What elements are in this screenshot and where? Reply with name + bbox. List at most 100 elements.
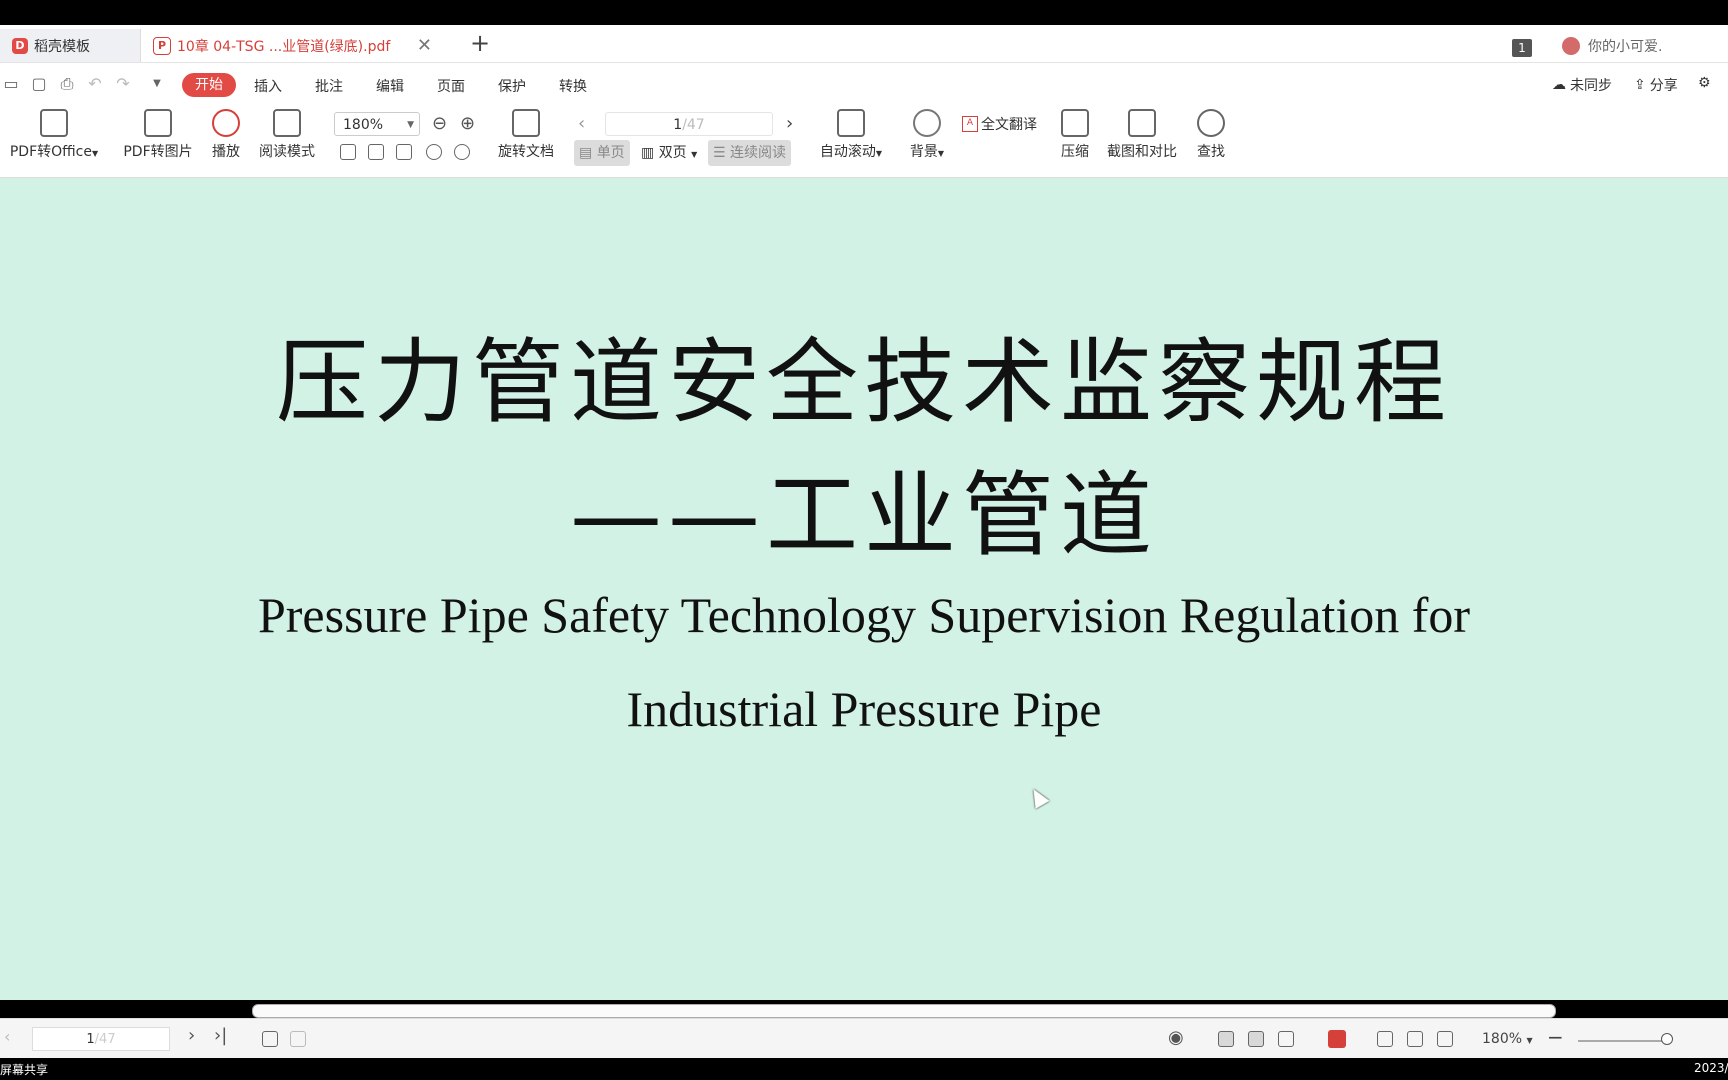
- page-number-input[interactable]: 1/47: [605, 112, 773, 136]
- eye-protection-icon[interactable]: ◉: [1168, 1027, 1184, 1048]
- pdf-to-image-button[interactable]: PDF转图片: [120, 109, 196, 161]
- read-mode-button[interactable]: 阅读模式: [256, 109, 318, 161]
- button-label: 截图和对比: [1107, 144, 1177, 160]
- translate-icon: A: [962, 116, 978, 132]
- menu-page[interactable]: 页面: [437, 76, 465, 96]
- fit-page-icon[interactable]: [1407, 1031, 1423, 1047]
- window-count-badge[interactable]: 1: [1512, 39, 1532, 57]
- single-page-button[interactable]: ▤ 单页: [574, 140, 630, 166]
- rotate-document-button[interactable]: 旋转文档: [494, 109, 558, 161]
- play-button[interactable]: 播放: [208, 109, 244, 161]
- actual-size-icon[interactable]: [340, 144, 356, 160]
- forward-icon[interactable]: [290, 1031, 306, 1047]
- page-total: /47: [682, 117, 705, 133]
- customize-dropdown-icon[interactable]: ▼: [148, 75, 166, 93]
- button-label: 单页: [596, 145, 625, 161]
- open-folder-icon[interactable]: ▭: [2, 75, 20, 93]
- zoom-select[interactable]: 180% ▼: [334, 112, 420, 136]
- tab-docer-templates[interactable]: D 稻壳模板: [0, 29, 141, 62]
- zoom-slider[interactable]: [1578, 1040, 1668, 1042]
- next-page-icon[interactable]: ›: [188, 1025, 195, 1046]
- button-label: 压缩: [1061, 144, 1089, 160]
- button-label: PDF转Office: [9, 144, 92, 160]
- menu-insert[interactable]: 插入: [254, 76, 282, 96]
- settings-icon[interactable]: ⚙: [1698, 75, 1711, 91]
- menu-edit[interactable]: 编辑: [376, 76, 404, 96]
- print-icon[interactable]: ⎙: [58, 75, 76, 93]
- status-zoom-select[interactable]: 180% ▼: [1482, 1031, 1533, 1047]
- zoom-slider-handle[interactable]: [1661, 1033, 1673, 1045]
- pdf-to-office-button[interactable]: PDF转Office▼: [6, 109, 102, 161]
- pdf-file-icon: P: [153, 36, 171, 55]
- full-translate-button[interactable]: A 全文翻译: [962, 114, 1037, 134]
- compress-button[interactable]: 压缩: [1058, 109, 1092, 161]
- button-label: 播放: [212, 144, 240, 160]
- book-icon: [273, 109, 301, 137]
- document-subtitle-zh: ——工业管道: [569, 462, 1158, 569]
- fit-width-icon[interactable]: [1437, 1031, 1453, 1047]
- double-view-icon[interactable]: [1278, 1031, 1294, 1047]
- ribbon-toolbar: PDF转Office▼ PDF转图片 播放 阅读模式 180% ▼ ⊖ ⊕ 旋转…: [0, 105, 1728, 178]
- play-icon: [212, 109, 240, 137]
- zoom-value: 180%: [1482, 1031, 1523, 1047]
- screenshot-icon: [1128, 109, 1156, 137]
- undo-icon[interactable]: ↶: [86, 75, 104, 93]
- close-tab-icon[interactable]: ✕: [417, 35, 432, 56]
- find-button[interactable]: 查找: [1194, 109, 1228, 161]
- rotate-document-icon: [512, 109, 540, 137]
- screen-top-bar: [0, 0, 1728, 25]
- menu-convert[interactable]: 转换: [559, 76, 587, 96]
- save-icon[interactable]: ▢: [30, 75, 48, 93]
- previous-page-icon[interactable]: ‹: [578, 113, 585, 134]
- next-page-icon[interactable]: ›: [786, 113, 793, 134]
- share-icon: ⇪: [1634, 77, 1646, 93]
- button-label: 全文翻译: [981, 117, 1037, 133]
- screen-share-label: 屏幕共享: [0, 1063, 49, 1077]
- tab-bar: D 稻壳模板 P 10章 04-TSG ...业管道(绿底).pdf ✕: [0, 25, 1728, 63]
- menu-bar: ▭ ▢ ⎙ ↶ ↷ ▼ 开始 插入 批注 编辑 页面 保护 转换 ☁ 未同步 ⇪…: [0, 63, 1728, 105]
- sync-status[interactable]: ☁ 未同步: [1552, 75, 1612, 95]
- rotate-right-icon[interactable]: [454, 144, 470, 160]
- single-view-icon[interactable]: [1248, 1031, 1264, 1047]
- status-bar: ‹ 1/47 › ›| ◉ 180% ▼ −: [0, 1018, 1728, 1059]
- screenshot-compare-button[interactable]: 截图和对比: [1104, 109, 1180, 161]
- last-page-icon[interactable]: ›|: [214, 1025, 227, 1046]
- redo-icon[interactable]: ↷: [114, 75, 132, 93]
- tab-label: 稻壳模板: [34, 38, 90, 55]
- background-button[interactable]: 背景▼: [904, 109, 950, 161]
- play-icon[interactable]: [1328, 1030, 1346, 1048]
- zoom-value: 180%: [343, 117, 384, 133]
- new-tab-button[interactable]: +: [470, 29, 490, 57]
- horizontal-scrollbar[interactable]: [252, 1004, 1556, 1018]
- username: 你的小可爱.: [1588, 39, 1663, 55]
- button-label: 连续阅读: [730, 145, 787, 161]
- double-page-button[interactable]: ▥ 双页 ▼: [636, 140, 702, 166]
- share-button[interactable]: ⇪ 分享: [1634, 75, 1678, 95]
- previous-page-icon[interactable]: ‹: [4, 1027, 10, 1046]
- status-page-input[interactable]: 1/47: [32, 1027, 170, 1051]
- continuous-view-icon[interactable]: [1218, 1031, 1234, 1047]
- auto-scroll-button[interactable]: 自动滚动▼: [814, 109, 888, 161]
- menu-protect[interactable]: 保护: [498, 76, 526, 96]
- continuous-read-button[interactable]: ☰ 连续阅读: [708, 140, 792, 166]
- tab-pdf-document[interactable]: P 10章 04-TSG ...业管道(绿底).pdf ✕: [141, 29, 446, 62]
- zoom-in-icon[interactable]: ⊕: [460, 113, 475, 134]
- actual-size-icon[interactable]: [1377, 1031, 1393, 1047]
- menu-annotate[interactable]: 批注: [315, 76, 343, 96]
- document-canvas[interactable]: 压力管道安全技术监察规程 ——工业管道 Pressure Pipe Safety…: [0, 178, 1728, 1000]
- image-icon: [144, 109, 172, 137]
- share-label: 分享: [1649, 78, 1678, 94]
- back-icon[interactable]: [262, 1031, 278, 1047]
- user-account[interactable]: 你的小可爱.: [1562, 36, 1662, 56]
- fit-width-icon[interactable]: [396, 144, 412, 160]
- button-label: 背景: [909, 144, 938, 160]
- sync-label: 未同步: [1570, 78, 1612, 94]
- rotate-left-icon[interactable]: [426, 144, 442, 160]
- menu-start[interactable]: 开始: [182, 73, 236, 97]
- fit-page-icon[interactable]: [368, 144, 384, 160]
- document-title-en-line1: Pressure Pipe Safety Technology Supervis…: [257, 587, 1471, 643]
- zoom-out-icon[interactable]: −: [1547, 1025, 1564, 1049]
- button-label: 旋转文档: [498, 144, 554, 160]
- auto-scroll-icon: [837, 109, 865, 137]
- zoom-out-icon[interactable]: ⊖: [432, 113, 447, 134]
